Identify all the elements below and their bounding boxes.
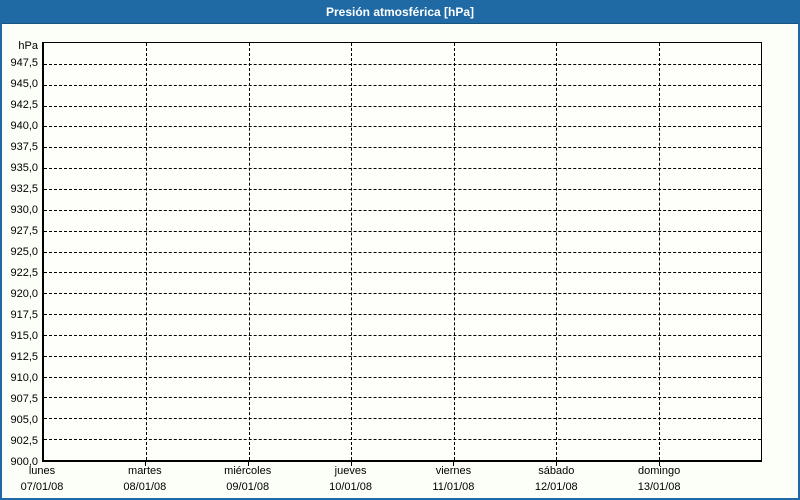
y-axis-label: 910,0 bbox=[10, 372, 38, 384]
v-gridline bbox=[556, 43, 558, 460]
y-axis-label: 925,0 bbox=[10, 246, 38, 258]
y-axis-label: 917,5 bbox=[10, 309, 38, 321]
y-axis-label: 930,0 bbox=[10, 204, 38, 216]
x-axis-date-label: 08/01/08 bbox=[123, 481, 167, 493]
v-gridline bbox=[658, 43, 660, 460]
y-axis-label: 937,5 bbox=[10, 141, 38, 153]
plot-area bbox=[42, 42, 762, 462]
h-gridline bbox=[44, 397, 761, 399]
x-axis-day-label: jueves bbox=[334, 465, 367, 477]
h-gridline bbox=[44, 168, 761, 170]
x-axis-day-label: miércoles bbox=[224, 465, 272, 477]
h-gridline bbox=[44, 230, 761, 232]
y-axis-label: 942,5 bbox=[10, 99, 38, 111]
y-axis-unit-label: hPa bbox=[18, 40, 38, 52]
h-gridline bbox=[44, 418, 761, 420]
h-gridline bbox=[44, 334, 761, 336]
y-axis-label: 927,5 bbox=[10, 225, 38, 237]
h-gridline bbox=[44, 126, 761, 128]
x-axis-date-label: 07/01/08 bbox=[20, 481, 64, 493]
v-gridline bbox=[146, 43, 148, 460]
x-axis-date-label: 10/01/08 bbox=[329, 481, 372, 493]
v-gridline bbox=[453, 43, 455, 460]
y-axis-label: 905,0 bbox=[10, 414, 38, 426]
h-gridline bbox=[44, 147, 761, 149]
h-gridline bbox=[44, 355, 761, 357]
x-axis-day-label: sábado bbox=[538, 465, 575, 477]
h-gridline bbox=[44, 209, 761, 211]
h-gridline bbox=[44, 63, 761, 65]
y-axis-label: 945,0 bbox=[10, 78, 38, 90]
x-axis-date-label: 13/01/08 bbox=[637, 481, 681, 493]
h-gridline bbox=[44, 251, 761, 253]
x-axis-day-label: lunes bbox=[28, 465, 56, 477]
y-axis-label: 915,0 bbox=[10, 330, 38, 342]
y-axis-label: 912,5 bbox=[10, 351, 38, 363]
h-gridline bbox=[44, 272, 761, 274]
y-axis-label: 947,5 bbox=[10, 57, 38, 69]
x-axis-date-label: 12/01/08 bbox=[534, 481, 578, 493]
x-axis-day-label: viernes bbox=[435, 465, 472, 477]
y-axis-label: 922,5 bbox=[10, 267, 38, 279]
h-gridline bbox=[44, 439, 761, 441]
x-axis-day-label: martes bbox=[128, 465, 162, 477]
y-axis-label: 907,5 bbox=[10, 393, 38, 405]
x-axis-date-label: 09/01/08 bbox=[226, 481, 270, 493]
y-axis-label: 935,0 bbox=[10, 162, 38, 174]
v-gridline bbox=[248, 43, 250, 460]
v-gridline bbox=[351, 43, 353, 460]
y-axis-label: 920,0 bbox=[10, 288, 38, 300]
h-gridline bbox=[44, 376, 761, 378]
h-gridline bbox=[44, 84, 761, 86]
x-axis-day-label: domingo bbox=[638, 465, 681, 477]
h-gridline bbox=[44, 314, 761, 316]
chart-panel: Presión atmosférica [hPa] hPa 947,5 945,0… bbox=[0, 0, 800, 500]
x-axis-date-label: 11/01/08 bbox=[432, 481, 475, 493]
chart-area: hPa 947,5 945,0 942,5 940,0 937,5 935,0 932,5 9… bbox=[2, 2, 798, 498]
h-gridline bbox=[44, 188, 761, 190]
y-axis-label: 932,5 bbox=[10, 183, 38, 195]
y-axis-label: 940,0 bbox=[10, 120, 38, 132]
h-gridline bbox=[44, 105, 761, 107]
y-axis-label: 902,5 bbox=[10, 435, 38, 447]
h-gridline bbox=[44, 293, 761, 295]
